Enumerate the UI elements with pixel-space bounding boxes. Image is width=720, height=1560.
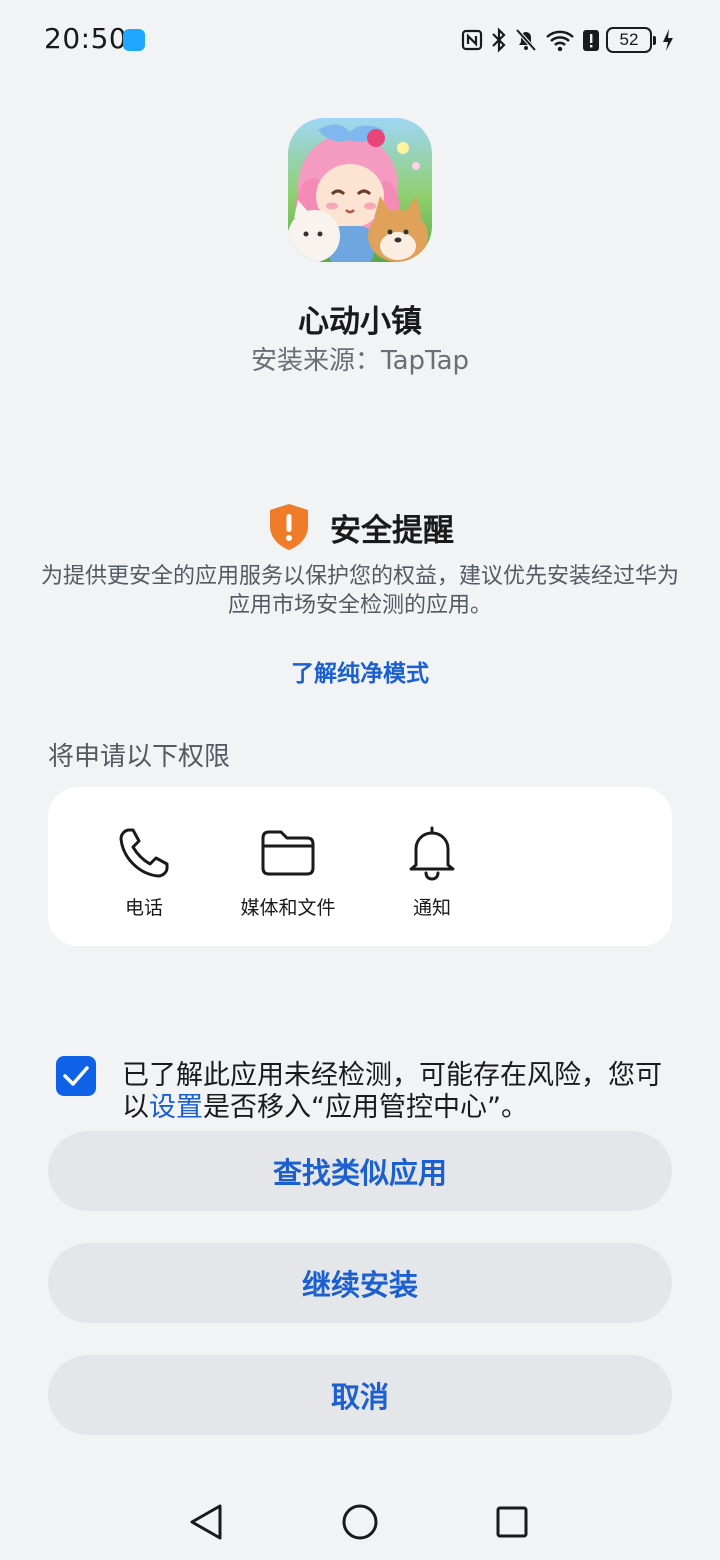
permission-label: 通知 xyxy=(412,897,451,919)
security-header: 安全提醒 xyxy=(0,502,720,552)
folder-icon xyxy=(261,830,315,876)
notification-app-icon xyxy=(123,29,145,51)
battery-indicator: 52 xyxy=(606,27,656,53)
battery-tip xyxy=(653,35,656,45)
security-title: 安全提醒 xyxy=(330,512,454,549)
home-circle-icon xyxy=(342,1504,378,1540)
phone-icon xyxy=(119,828,169,878)
bluetooth-icon xyxy=(492,27,506,53)
shield-warning-icon xyxy=(270,504,308,550)
continue-install-button[interactable]: 继续安装 xyxy=(48,1243,672,1323)
app-icon xyxy=(288,118,432,262)
bell-icon xyxy=(409,826,455,881)
acknowledge-text-after: 是否移入“应用管控中心”。 xyxy=(203,1092,528,1123)
cancel-button[interactable]: 取消 xyxy=(48,1355,672,1435)
mute-bell-icon xyxy=(515,28,537,52)
settings-link[interactable]: 设置 xyxy=(149,1092,203,1123)
battery-alert-icon xyxy=(583,30,599,51)
security-description: 为提供更安全的应用服务以保护您的权益，建议优先安装经过华为应用市场安全检测的应用… xyxy=(40,564,679,618)
recents-square-icon xyxy=(496,1506,528,1538)
status-icons: 52 xyxy=(460,24,674,56)
acknowledge-checkbox[interactable] xyxy=(56,1056,96,1096)
find-similar-apps-button[interactable]: 查找类似应用 xyxy=(48,1131,672,1211)
permission-label: 媒体和文件 xyxy=(240,897,336,919)
permission-media-files: 媒体和文件 xyxy=(218,825,358,920)
back-triangle-icon xyxy=(190,1504,222,1540)
nav-recents-button[interactable] xyxy=(490,1500,534,1544)
permission-label: 电话 xyxy=(124,897,163,919)
permissions-card: 电话 媒体和文件 通知 xyxy=(48,787,672,946)
nfc-icon xyxy=(461,29,483,51)
learn-pure-mode-link[interactable]: 了解纯净模式 xyxy=(0,654,720,688)
app-name: 心动小镇 xyxy=(298,304,422,340)
battery-level: 52 xyxy=(606,27,652,53)
permissions-heading: 将申请以下权限 xyxy=(48,742,231,772)
status-time: 20:50 xyxy=(44,22,128,55)
permission-phone: 电话 xyxy=(74,825,214,920)
check-icon xyxy=(63,1066,89,1086)
permission-notification: 通知 xyxy=(362,825,502,920)
charging-icon xyxy=(663,29,673,51)
wifi-icon xyxy=(546,30,574,52)
nav-back-button[interactable] xyxy=(184,1500,228,1544)
install-source: 安装来源：TapTap xyxy=(250,346,470,376)
nav-home-button[interactable] xyxy=(338,1500,382,1544)
acknowledge-text: 已了解此应用未经检测，可能存在风险，您可以设置是否移入“应用管控中心”。 xyxy=(122,1060,662,1124)
